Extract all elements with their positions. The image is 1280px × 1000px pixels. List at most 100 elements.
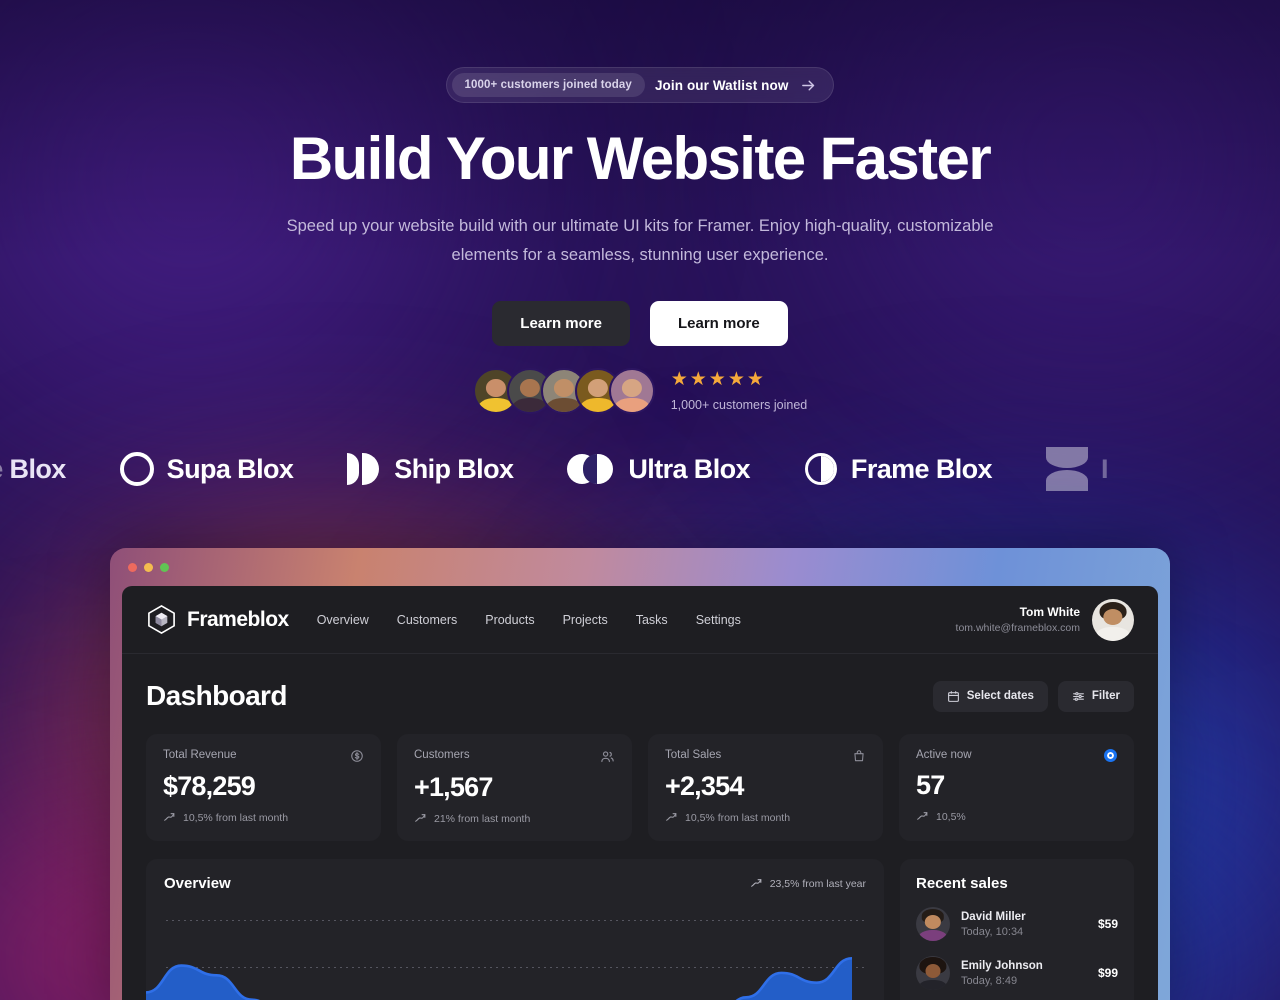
overview-chart-card: Overview 23,5% from last year bbox=[146, 859, 884, 1000]
users-icon bbox=[600, 749, 615, 764]
avatar[interactable] bbox=[1092, 598, 1134, 641]
list-item[interactable]: David Miller Today, 10:34 $59 bbox=[916, 907, 1118, 941]
list-item[interactable]: Emily Johnson Today, 8:49 $99 bbox=[916, 956, 1118, 990]
dashboard-app: Frameblox Overview Customers Products Pr… bbox=[122, 586, 1158, 1000]
stat-delta: 10,5% from last month bbox=[163, 811, 364, 824]
page-title: Build Your Website Faster bbox=[289, 125, 992, 192]
logo-label: Ship Blox bbox=[394, 453, 514, 484]
avatar bbox=[916, 907, 950, 941]
hero-section: 1000+ customers joined today Join our Wa… bbox=[0, 0, 1280, 415]
shopping-bag-icon bbox=[852, 749, 866, 763]
dollar-circle-icon bbox=[350, 749, 364, 763]
nav-item-tasks[interactable]: Tasks bbox=[636, 613, 668, 627]
logo-frame-blox: Frame Blox bbox=[804, 452, 993, 486]
sale-time: Today, 8:49 bbox=[961, 974, 1018, 987]
trend-up-icon bbox=[163, 811, 176, 824]
stat-delta: 21% from last month bbox=[414, 812, 615, 825]
nav-item-overview[interactable]: Overview bbox=[317, 613, 369, 627]
hexagon-cube-logo-icon bbox=[146, 604, 177, 635]
learn-more-secondary-button[interactable]: Learn more bbox=[650, 301, 788, 347]
stat-value: +1,567 bbox=[414, 772, 493, 802]
sale-amount: $99 bbox=[1097, 966, 1118, 980]
announcement-cta-label: Join our Watlist now bbox=[654, 77, 789, 93]
close-dot-icon[interactable] bbox=[128, 562, 137, 572]
stat-value: +2,354 bbox=[665, 771, 744, 801]
hero-subtitle: Speed up your website build with our ult… bbox=[286, 217, 994, 264]
maximize-dot-icon[interactable] bbox=[160, 562, 169, 572]
sale-customer-name: David Miller bbox=[961, 910, 1026, 923]
nav-item-settings[interactable]: Settings bbox=[696, 613, 741, 627]
filter-button[interactable]: Filter bbox=[1057, 680, 1134, 712]
overview-delta: 23,5% from last year bbox=[750, 877, 866, 890]
sale-details: David Miller Today, 10:34 bbox=[961, 911, 1026, 938]
stat-card-total-sales: Total Sales +2,354 10,5% from last month bbox=[648, 734, 883, 841]
arrow-right-icon bbox=[800, 77, 817, 94]
select-dates-label: Select dates bbox=[966, 690, 1034, 702]
calendar-icon bbox=[947, 690, 960, 703]
nav-item-products[interactable]: Products bbox=[485, 613, 534, 627]
overview-delta-label: 23,5% from last year bbox=[769, 877, 866, 890]
minimize-dot-icon[interactable] bbox=[144, 562, 153, 572]
app-navbar: Frameblox Overview Customers Products Pr… bbox=[122, 586, 1158, 654]
circle-outline-icon bbox=[119, 452, 154, 486]
logo-label: lype Blox bbox=[0, 453, 66, 484]
stat-card-total-revenue: Total Revenue $78,259 10,5% from last mo… bbox=[146, 734, 381, 841]
stat-card-active-now: Active now 57 10,5% bbox=[899, 734, 1134, 841]
overview-title: Overview bbox=[164, 875, 231, 892]
browser-window: Frameblox Overview Customers Products Pr… bbox=[110, 548, 1170, 1000]
user-email: tom.white@frameblox.com bbox=[955, 622, 1080, 634]
logo-label: Ultra Blox bbox=[628, 453, 750, 484]
rating-caption: 1,000+ customers joined bbox=[670, 398, 808, 413]
stat-delta-label: 10,5% from last month bbox=[685, 811, 791, 824]
dashboard-panels: Overview 23,5% from last year Recent sal… bbox=[122, 841, 1158, 1000]
sale-amount: $59 bbox=[1097, 917, 1118, 931]
half-moons-icon bbox=[347, 452, 381, 486]
select-dates-button[interactable]: Select dates bbox=[932, 680, 1048, 712]
half-filled-circle-icon bbox=[804, 452, 838, 486]
trend-up-icon bbox=[916, 810, 929, 823]
filter-label: Filter bbox=[1091, 690, 1120, 702]
stat-value: 57 bbox=[916, 770, 945, 800]
avatar bbox=[608, 368, 655, 415]
active-dot-icon bbox=[1104, 749, 1117, 762]
recent-sales-card: Recent sales David Miller Today, 10:34 $… bbox=[900, 859, 1134, 1000]
logo-ultra-blox: Ultra Blox bbox=[567, 452, 751, 486]
trend-up-icon bbox=[750, 877, 763, 890]
stat-label: Active now bbox=[916, 749, 972, 761]
hero-button-group: Learn more Learn more bbox=[0, 301, 1280, 347]
learn-more-primary-button[interactable]: Learn more bbox=[492, 301, 630, 347]
overview-header: Overview 23,5% from last year bbox=[164, 875, 866, 892]
stat-card-customers: Customers +1,567 21% from last month bbox=[397, 734, 632, 841]
user-name: Tom White bbox=[1019, 605, 1080, 619]
nav-item-customers[interactable]: Customers bbox=[397, 613, 457, 627]
logo-label: I bbox=[1100, 453, 1108, 484]
overlapping-circles-icon bbox=[567, 452, 615, 486]
browser-titlebar bbox=[110, 548, 1170, 586]
brand-name: Frameblox bbox=[187, 607, 289, 631]
stat-label: Customers bbox=[414, 749, 470, 761]
sale-details: Emily Johnson Today, 8:49 bbox=[961, 960, 1043, 987]
stat-delta-label: 21% from last month bbox=[434, 812, 531, 825]
stat-delta-label: 10,5% from last month bbox=[183, 811, 289, 824]
stat-delta: 10,5% from last month bbox=[665, 811, 866, 824]
avatar bbox=[916, 956, 950, 990]
trend-up-icon bbox=[414, 812, 427, 825]
logo-hype-blox: lype Blox bbox=[0, 452, 66, 486]
sale-customer-name: Emily Johnson bbox=[961, 959, 1043, 972]
user-menu[interactable]: Tom White tom.white@frameblox.com bbox=[956, 598, 1134, 641]
logo-supa-blox: Supa Blox bbox=[119, 452, 294, 486]
trend-up-icon bbox=[665, 811, 678, 824]
stat-label: Total Sales bbox=[665, 749, 722, 761]
user-text: Tom White tom.white@frameblox.com bbox=[956, 605, 1080, 634]
chart-series bbox=[146, 956, 852, 1000]
area-chart bbox=[146, 907, 884, 1000]
brand[interactable]: Frameblox bbox=[146, 604, 289, 635]
logo-hourglass-blox: I bbox=[1045, 447, 1108, 491]
nav-item-projects[interactable]: Projects bbox=[563, 613, 608, 627]
avatar-stack bbox=[472, 368, 655, 415]
stat-cards: Total Revenue $78,259 10,5% from last mo… bbox=[122, 712, 1158, 841]
announcement-banner[interactable]: 1000+ customers joined today Join our Wa… bbox=[445, 67, 835, 103]
stat-value: $78,259 bbox=[163, 771, 256, 801]
logo-marquee: lype Blox Supa Blox Ship Blox Ultra Blox… bbox=[0, 440, 1280, 498]
dashboard-title: Dashboard bbox=[146, 680, 287, 711]
